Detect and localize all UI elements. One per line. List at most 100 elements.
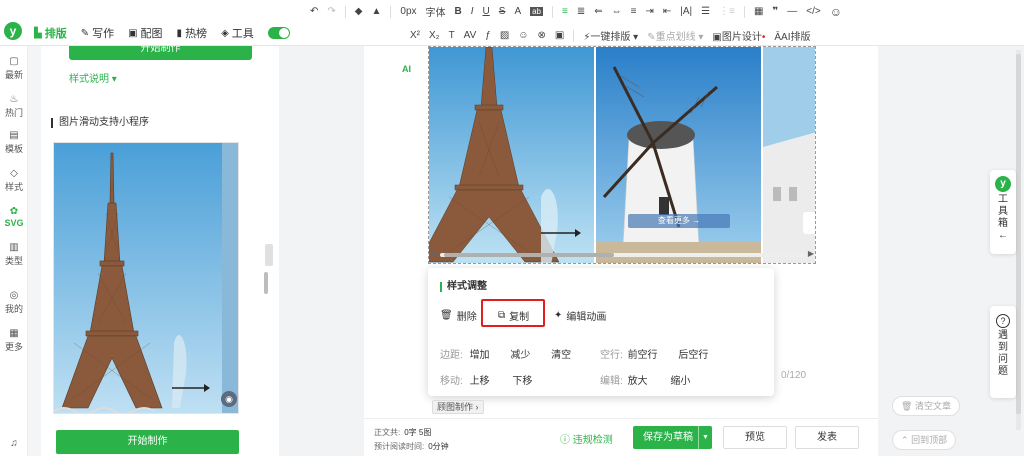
sidebar-item-style[interactable]: ◇ 样式 xyxy=(0,168,28,193)
underline-icon[interactable]: U xyxy=(483,6,490,17)
one-click-layout-button[interactable]: ⚡一键排版 ▾ xyxy=(583,28,638,43)
italic-icon[interactable]: I xyxy=(471,6,474,17)
margin-clear-button[interactable]: 清空 xyxy=(551,350,571,361)
eraser-icon[interactable]: ◆ xyxy=(355,6,363,17)
divider xyxy=(344,5,346,18)
view-more-button[interactable]: 查看更多 → xyxy=(628,214,730,228)
spacing-before-button[interactable]: 前空行 xyxy=(628,350,658,361)
start-making-button-top[interactable]: 开始制作 xyxy=(69,46,252,60)
panel-collapse-handle[interactable] xyxy=(265,244,273,266)
back-to-top-button[interactable]: ⌃ 回到顶部 xyxy=(892,430,957,450)
letter-spacing-icon[interactable]: |A| xyxy=(680,6,692,17)
preview-button[interactable]: 预览 xyxy=(723,426,787,449)
panel-scrollbar[interactable] xyxy=(264,272,268,294)
font-family-select[interactable]: 字体 xyxy=(426,4,446,19)
strikethrough-icon[interactable]: S xyxy=(499,6,506,17)
tab-layout[interactable]: ▙ 排版 xyxy=(34,25,67,41)
sidebar-item-mine[interactable]: ◎ 我的 xyxy=(0,290,28,315)
save-draft-button[interactable]: 保存为草稿 ▼ xyxy=(633,426,712,449)
undo-icon[interactable]: ↶ xyxy=(310,6,318,17)
align-justify-icon[interactable]: ⇔ xyxy=(612,6,622,17)
image-design-button[interactable]: ▣图片设计• xyxy=(712,28,765,43)
background-color-icon[interactable]: ab xyxy=(530,7,544,16)
sidebar-item-label: 类型 xyxy=(4,256,23,266)
paragraph-spacing-icon[interactable]: ≡ xyxy=(631,6,637,17)
support-button[interactable]: ♫ xyxy=(0,438,28,450)
tab-images[interactable]: ▣ 配图 xyxy=(128,25,162,41)
delete-button[interactable]: 🗑 删除 xyxy=(440,308,477,323)
ai-icon[interactable]: AI xyxy=(402,64,411,74)
list-icon[interactable]: ☰ xyxy=(701,6,710,17)
margin-decrease-button[interactable]: 减少 xyxy=(510,350,530,361)
briefcase-icon[interactable]: ▣ xyxy=(555,30,564,41)
page-scroll-thumb[interactable] xyxy=(1016,54,1021,414)
sidebar-item-label: 我的 xyxy=(4,304,23,314)
link-icon[interactable]: ⊗ xyxy=(538,30,546,41)
move-down-button[interactable]: 下移 xyxy=(512,376,532,387)
start-making-button[interactable]: 开始制作 xyxy=(56,430,239,454)
redo-icon[interactable]: ↷ xyxy=(327,6,335,17)
align-left-icon[interactable]: ≡ xyxy=(562,6,568,17)
zoom-out-button[interactable]: 缩小 xyxy=(670,376,690,387)
bookmark-icon: ▮ xyxy=(176,27,183,39)
toolbox-button[interactable]: y 工具箱← xyxy=(990,170,1016,254)
tab-trending[interactable]: ▮ 热榜 xyxy=(177,25,208,41)
app-logo[interactable]: y xyxy=(4,22,22,40)
template-preview[interactable]: ◉ xyxy=(53,142,239,414)
letter-spacing-icon[interactable]: AV xyxy=(464,30,477,41)
horizontal-rule-icon[interactable]: — xyxy=(787,6,797,17)
emoji-icon[interactable]: ☺ xyxy=(830,5,842,19)
quote-icon[interactable]: ❞ xyxy=(772,6,778,17)
publish-button[interactable]: 发表 xyxy=(795,426,859,449)
sidebar-item-hot[interactable]: ♨ 热门 xyxy=(0,94,28,119)
sidebar-item-template[interactable]: ▤ 模板 xyxy=(0,130,28,155)
feedback-button[interactable]: ? 遇到问题 xyxy=(990,306,1016,398)
image-carousel[interactable] xyxy=(428,46,816,264)
scroll-left-icon[interactable]: ◀ xyxy=(430,249,436,258)
format-paint-icon[interactable]: ▲ xyxy=(371,6,381,17)
scroll-thumb[interactable] xyxy=(444,253,614,257)
insert-image-icon[interactable]: ▨ xyxy=(500,30,509,41)
compliance-check-button[interactable]: ⓘ 违规检测 xyxy=(560,431,613,446)
superscript-icon[interactable]: X² xyxy=(410,30,420,41)
sidebar-item-more[interactable]: ▦ 更多 xyxy=(0,328,28,353)
style-description-link[interactable]: 样式说明 ▾ xyxy=(69,70,117,85)
ai-layout-button[interactable]: ĀAI排版 xyxy=(774,28,810,43)
move-up-button[interactable]: 上移 xyxy=(470,376,490,387)
emoji-icon[interactable]: ☺ xyxy=(518,30,528,41)
chevron-down-icon[interactable]: ▼ xyxy=(698,426,712,449)
align-center-icon[interactable]: ≣ xyxy=(577,6,585,17)
highlight-line-button[interactable]: ✎重点划线 ▾ xyxy=(647,28,703,43)
sidebar-item-type[interactable]: ▥ 类型 xyxy=(0,242,28,267)
ai-layout-label: AI排版 xyxy=(781,32,811,43)
edit-animation-button[interactable]: ✦ 编辑动画 xyxy=(554,308,606,323)
layout-icon: ▙ xyxy=(34,27,42,39)
indent-icon[interactable]: ⇥ xyxy=(645,6,653,17)
subscript-icon[interactable]: X₂ xyxy=(429,30,440,41)
table-icon[interactable]: ▦ xyxy=(754,6,763,17)
line-height-icon[interactable]: T xyxy=(449,30,455,41)
clear-article-button[interactable]: 🗑 清空文章 xyxy=(892,396,960,416)
scroll-right-icon[interactable]: ▶ xyxy=(808,249,814,258)
spacing-row: 空行: 前空行 后空行 xyxy=(600,346,708,361)
tab-writing[interactable]: ✎ 写作 xyxy=(81,25,114,41)
mode-toggle[interactable] xyxy=(267,27,290,39)
carousel-scrollbar[interactable]: ◀ ▶ xyxy=(428,249,816,259)
align-right-icon[interactable]: ⇐ xyxy=(594,6,602,17)
sidebar-item-svg[interactable]: ✿ SVG xyxy=(0,206,28,228)
zoom-in-button[interactable]: 放大 xyxy=(628,376,648,387)
font-color-icon[interactable]: A xyxy=(514,6,521,17)
bold-icon[interactable]: B xyxy=(455,6,462,17)
code-icon[interactable]: </> xyxy=(806,6,820,17)
clear-article-label: 清空文章 xyxy=(914,401,951,411)
font-size-select[interactable]: 0px xyxy=(400,6,416,17)
tab-tools[interactable]: ◈ 工具 xyxy=(221,25,254,41)
ordered-list-icon[interactable]: ⋮≡ xyxy=(719,6,735,17)
formula-icon[interactable]: ƒ xyxy=(485,30,491,41)
page-scrollbar[interactable] xyxy=(1016,50,1021,430)
round-image-tag[interactable]: 顾图制作 › xyxy=(432,400,484,414)
margin-increase-button[interactable]: 增加 xyxy=(470,350,490,361)
sidebar-item-latest[interactable]: ▢ 最新 xyxy=(0,56,28,81)
spacing-after-button[interactable]: 后空行 xyxy=(678,350,708,361)
outdent-icon[interactable]: ⇤ xyxy=(663,6,671,17)
